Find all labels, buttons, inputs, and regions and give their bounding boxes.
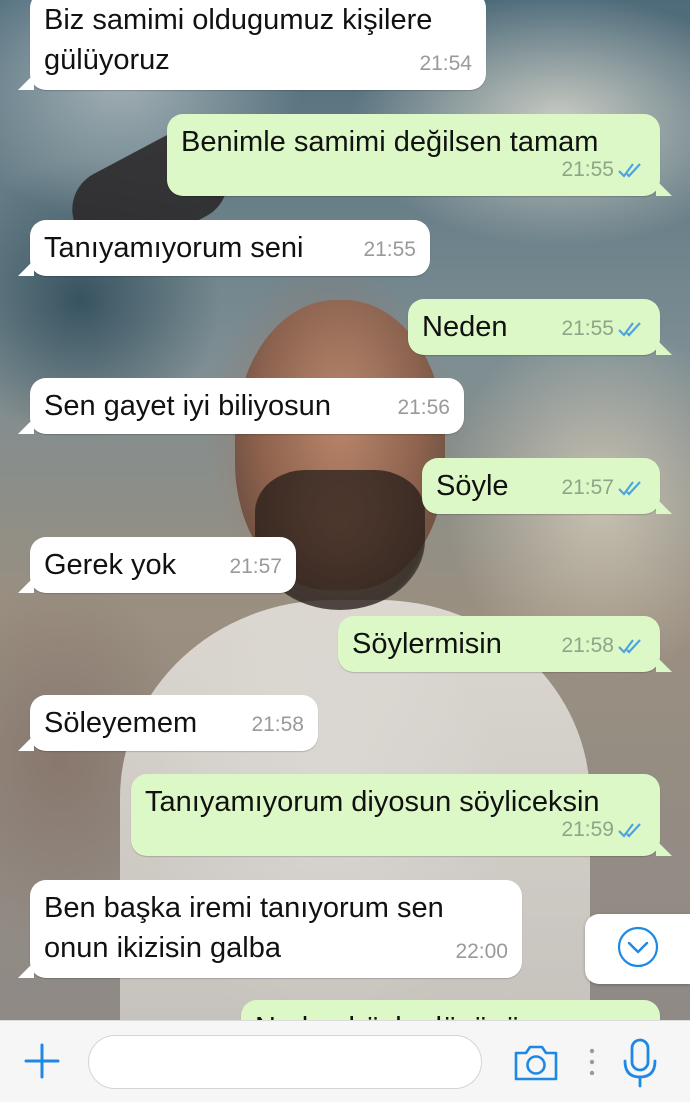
camera-button[interactable] <box>512 1043 560 1083</box>
message-time: 21:54 <box>419 52 472 75</box>
message-time: 21:58 <box>251 713 304 736</box>
double-check-icon <box>618 320 646 338</box>
message-bubble-incoming[interactable]: Tanıyamıyorum seni 21:55 <box>18 220 430 276</box>
double-check-icon <box>618 479 646 497</box>
message-meta: 21:58 <box>561 626 646 666</box>
message-meta: 22:00 <box>455 932 508 972</box>
more-options-button[interactable] <box>586 1045 598 1079</box>
message-text: Söylermisin <box>352 628 502 660</box>
message-bubble-incoming[interactable]: Sen gayet iyi biliyosun 21:56 <box>18 378 464 434</box>
message-meta: 21:56 <box>397 388 450 428</box>
voice-record-button[interactable] <box>620 1037 660 1089</box>
message-meta: 21:59 <box>561 810 646 850</box>
message-bubble-outgoing[interactable]: Benimle samimi değilsen tamam 21:55 <box>167 114 672 196</box>
message-text: Tanıyamıyorum seni <box>44 232 304 264</box>
message-bubble-outgoing[interactable]: Söylermisin 21:58 <box>338 616 672 672</box>
double-check-icon <box>618 637 646 655</box>
double-check-icon <box>618 821 646 839</box>
message-time: 21:55 <box>561 317 614 340</box>
message-list[interactable]: Biz samimi oldugumuz kişilere gülüyoruz … <box>0 0 690 1020</box>
message-time: 21:57 <box>561 476 614 499</box>
microphone-icon <box>620 1038 660 1093</box>
scroll-to-bottom-button[interactable] <box>585 914 690 984</box>
message-bubble-outgoing[interactable]: Neden böyle düşünüyosun <box>241 1000 660 1020</box>
message-bubble-incoming[interactable]: Ben başka iremi tanıyorum sen onun ikizi… <box>18 880 522 978</box>
message-time: 21:59 <box>561 818 614 841</box>
message-text: Neden böyle düşünüyosun <box>255 1012 598 1020</box>
message-time: 21:56 <box>397 396 450 419</box>
message-meta: 21:55 <box>363 230 416 270</box>
message-text: Söyle <box>436 470 509 502</box>
chevron-down-circle-icon <box>616 925 660 974</box>
message-time: 21:57 <box>229 555 282 578</box>
message-text: Biz samimi oldugumuz kişilere gülüyoruz <box>44 4 433 76</box>
message-meta: 21:55 <box>561 150 646 190</box>
double-check-icon <box>618 161 646 179</box>
message-text: Ben başka iremi tanıyorum sen onun ikizi… <box>44 892 444 964</box>
message-text: Neden <box>422 311 508 343</box>
message-text: Benimle samimi değilsen tamam <box>181 126 599 158</box>
message-time: 21:55 <box>363 238 416 261</box>
message-bubble-outgoing[interactable]: Neden 21:55 <box>408 299 672 355</box>
message-bubble-incoming[interactable]: Gerek yok 21:57 <box>18 537 296 593</box>
message-text: Gerek yok <box>44 549 177 581</box>
camera-icon <box>512 1045 560 1087</box>
message-meta: 21:57 <box>561 468 646 508</box>
message-meta: 21:54 <box>419 44 472 84</box>
message-text: Söleyemem <box>44 707 198 739</box>
message-composer <box>0 1020 690 1102</box>
message-meta: 21:58 <box>251 705 304 745</box>
message-time: 22:00 <box>455 940 508 963</box>
attach-button[interactable] <box>22 1041 62 1081</box>
message-input[interactable] <box>88 1035 482 1089</box>
message-meta: 21:57 <box>229 547 282 587</box>
message-text: Tanıyamıyorum diyosun söyliceksin <box>145 786 600 818</box>
message-text: Sen gayet iyi biliyosun <box>44 390 331 422</box>
message-time: 21:58 <box>561 634 614 657</box>
message-bubble-outgoing[interactable]: Tanıyamıyorum diyosun söyliceksin 21:59 <box>131 774 672 856</box>
message-bubble-incoming[interactable]: Söleyemem 21:58 <box>18 695 318 751</box>
message-bubble-outgoing[interactable]: Söyle 21:57 <box>422 458 672 514</box>
plus-icon <box>22 1043 62 1085</box>
message-time: 21:55 <box>561 158 614 181</box>
message-bubble-incoming[interactable]: Biz samimi oldugumuz kişilere gülüyoruz … <box>18 0 486 90</box>
more-dots-icon <box>586 1048 598 1083</box>
message-meta: 21:55 <box>561 309 646 349</box>
